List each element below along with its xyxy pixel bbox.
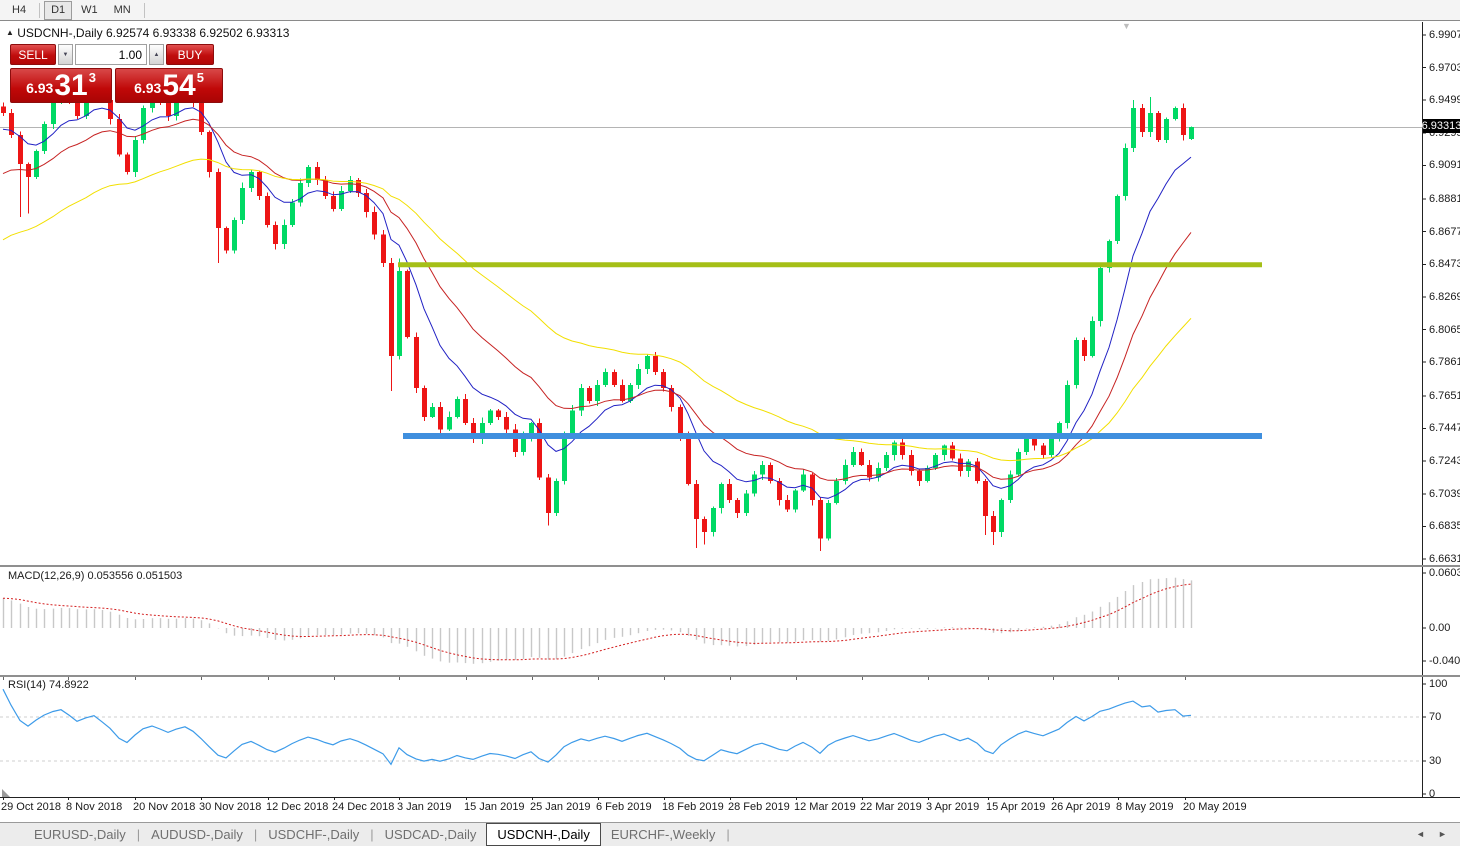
tab-usdcad-daily[interactable]: USDCAD-,Daily — [375, 824, 487, 846]
subwindow-resize-grip-icon[interactable] — [2, 789, 10, 797]
tab-scroll-right-icon[interactable]: ► — [1438, 829, 1447, 839]
sell-price-base: 6.93 — [26, 80, 54, 96]
macd-indicator-label: MACD(12,26,9) 0.053556 0.051503 — [8, 570, 183, 582]
sell-price-sup: 3 — [88, 70, 96, 85]
chart-canvas[interactable] — [0, 0, 1460, 846]
tab-divider: | — [726, 827, 730, 842]
buy-price-big: 54 — [162, 69, 196, 102]
chart-title: ▲ USDCNH-,Daily 6.92574 6.93338 6.92502 … — [6, 26, 289, 40]
chevron-down-icon: ▼ — [62, 51, 69, 58]
tab-usdchf-daily[interactable]: USDCHF-,Daily — [258, 824, 369, 846]
tab-usdcnh-daily[interactable]: USDCNH-,Daily — [486, 823, 601, 846]
rsi-indicator-label: RSI(14) 74.8922 — [8, 679, 89, 691]
tab-eurchf-weekly[interactable]: EURCHF-,Weekly — [601, 824, 726, 846]
collapse-triangle-icon: ▲ — [6, 28, 14, 37]
buy-button[interactable]: BUY — [166, 44, 214, 65]
panel-separator[interactable] — [0, 675, 1460, 677]
mt4-window: H4D1W1MN 6.990706.970306.949906.929506.9… — [0, 0, 1460, 846]
sell-button[interactable]: SELL — [10, 44, 56, 65]
one-click-trading-panel: SELL ▼ 1.00 ▲ BUY 6.93 31 3 6.93 54 5 — [10, 44, 224, 103]
sell-price-big: 31 — [54, 69, 88, 102]
buy-price-sup: 5 — [196, 70, 204, 85]
volume-input[interactable]: 1.00 — [75, 44, 147, 65]
buy-price-display[interactable]: 6.93 54 5 — [115, 68, 223, 103]
panel-separator[interactable] — [0, 565, 1460, 567]
tab-eurusd-daily[interactable]: EURUSD-,Daily — [24, 824, 136, 846]
volume-down-button[interactable]: ▼ — [58, 44, 73, 65]
tab-scroll-left-icon[interactable]: ◄ — [1416, 829, 1425, 839]
sell-price-display[interactable]: 6.93 31 3 — [10, 68, 112, 103]
current-price-tag: 6.93313 — [1421, 119, 1460, 133]
volume-up-button[interactable]: ▲ — [149, 44, 164, 65]
chart-shift-marker-icon[interactable]: ▼ — [1122, 21, 1131, 31]
chevron-up-icon: ▲ — [153, 51, 160, 58]
chart-ohlc-values: 6.92574 6.93338 6.92502 6.93313 — [105, 26, 290, 40]
tab-audusd-daily[interactable]: AUDUSD-,Daily — [141, 824, 253, 846]
buy-price-base: 6.93 — [134, 80, 162, 96]
symbol-tab-bar: EURUSD-,Daily | AUDUSD-,Daily | USDCHF-,Dail… — [0, 822, 1460, 846]
chart-symbol-label: USDCNH-,Daily — [17, 26, 103, 40]
